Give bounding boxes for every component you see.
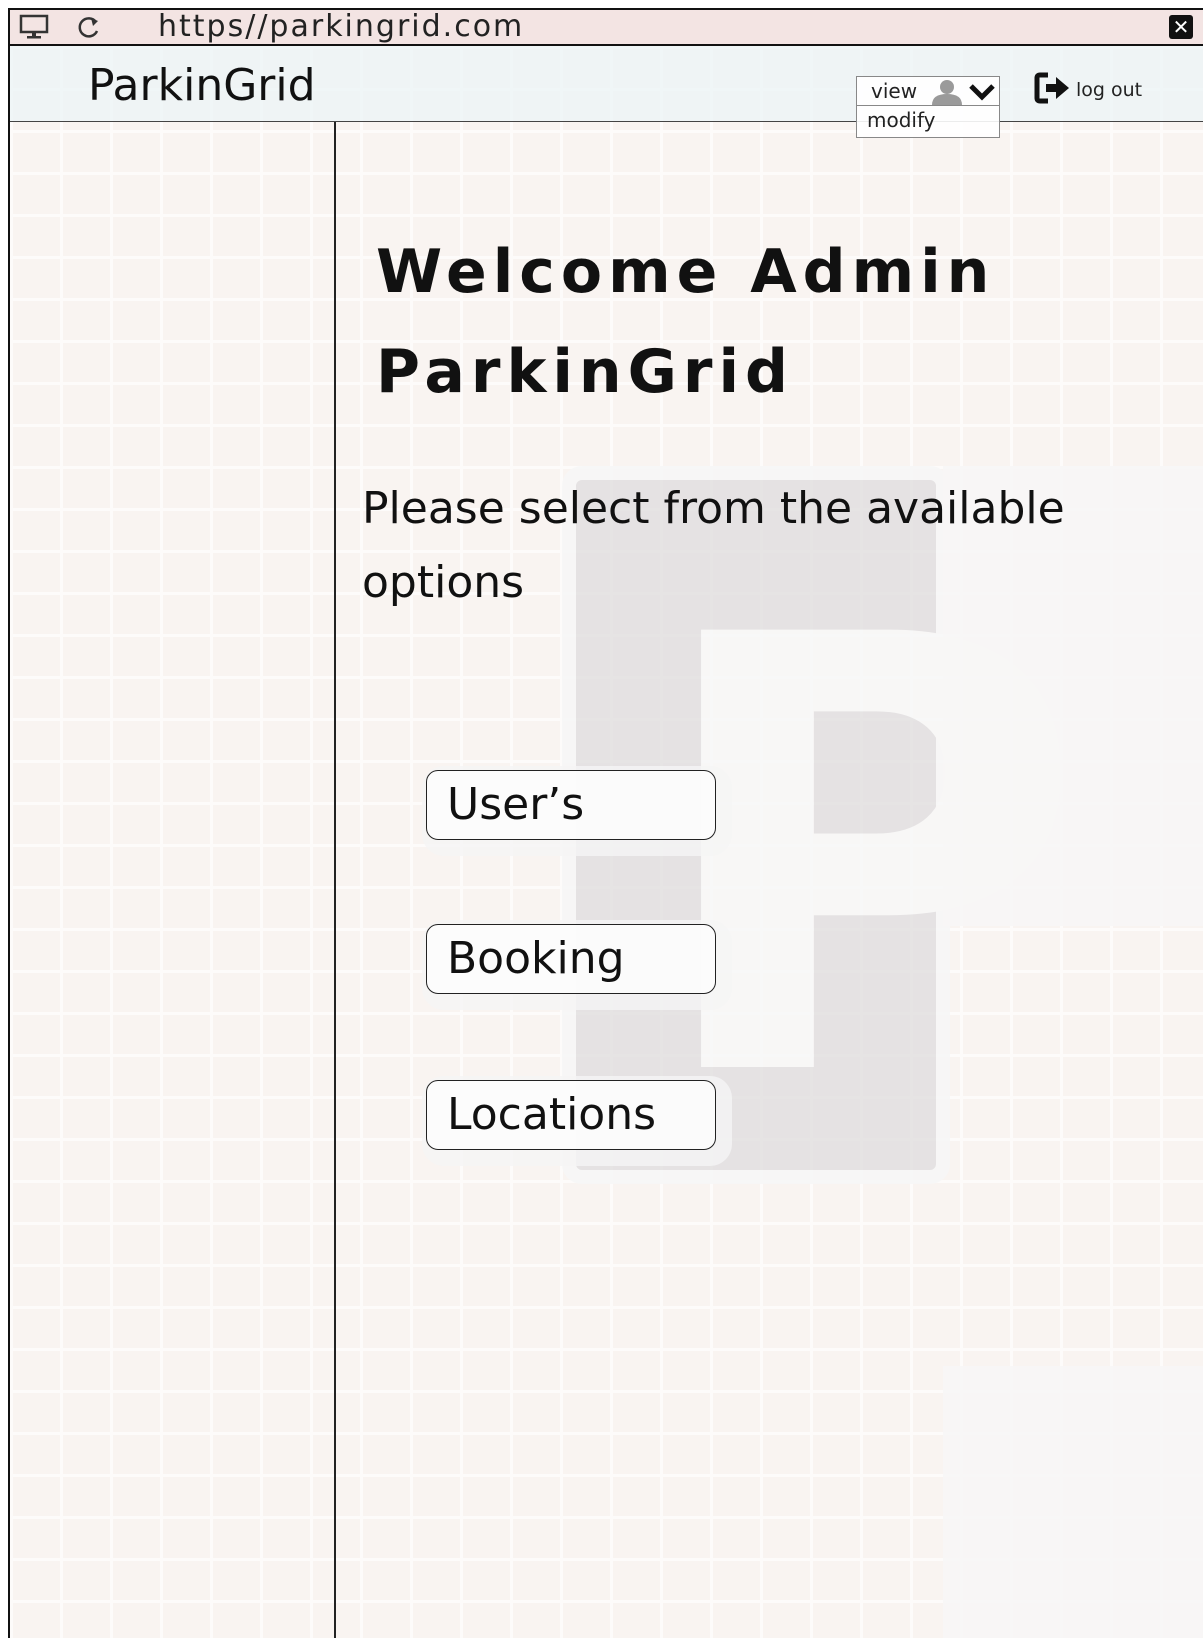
sidebar — [10, 122, 336, 1638]
app-header: ParkinGrid view modify log out — [10, 46, 1203, 138]
monitor-icon[interactable] — [18, 14, 50, 44]
welcome-line-2: ParkinGrid — [376, 337, 794, 407]
page-title: Welcome Admin ParkinGrid — [376, 222, 1136, 422]
browser-toolbar: https//parkingrid.com ✕ — [10, 10, 1203, 46]
view-dropdown[interactable]: view — [856, 76, 1000, 106]
instructions-text: Please select from the available options — [362, 483, 1065, 608]
main-content: Welcome Admin ParkinGrid Please select f… — [336, 122, 1203, 1638]
page-background: P ParkinGrid view modify log out Welcome… — [10, 46, 1203, 1638]
logout-label: log out — [1076, 79, 1143, 101]
app-logo[interactable]: ParkinGrid — [88, 58, 316, 114]
welcome-line-1: Welcome Admin — [376, 237, 996, 307]
user-icon — [929, 79, 965, 109]
chevron-down-icon[interactable] — [969, 83, 995, 105]
sign-out-icon — [1034, 72, 1072, 108]
users-button[interactable]: User’s — [426, 770, 716, 840]
browser-window: https//parkingrid.com ✕ P ParkinGrid vie… — [8, 8, 1203, 1638]
locations-button[interactable]: Locations — [426, 1080, 716, 1150]
reload-icon[interactable] — [76, 14, 104, 44]
logout-button[interactable]: log out — [1034, 72, 1142, 108]
view-dropdown-label: view — [871, 79, 918, 103]
address-bar[interactable]: https//parkingrid.com — [158, 10, 524, 44]
booking-button[interactable]: Booking — [426, 924, 716, 994]
close-icon[interactable]: ✕ — [1169, 15, 1193, 39]
